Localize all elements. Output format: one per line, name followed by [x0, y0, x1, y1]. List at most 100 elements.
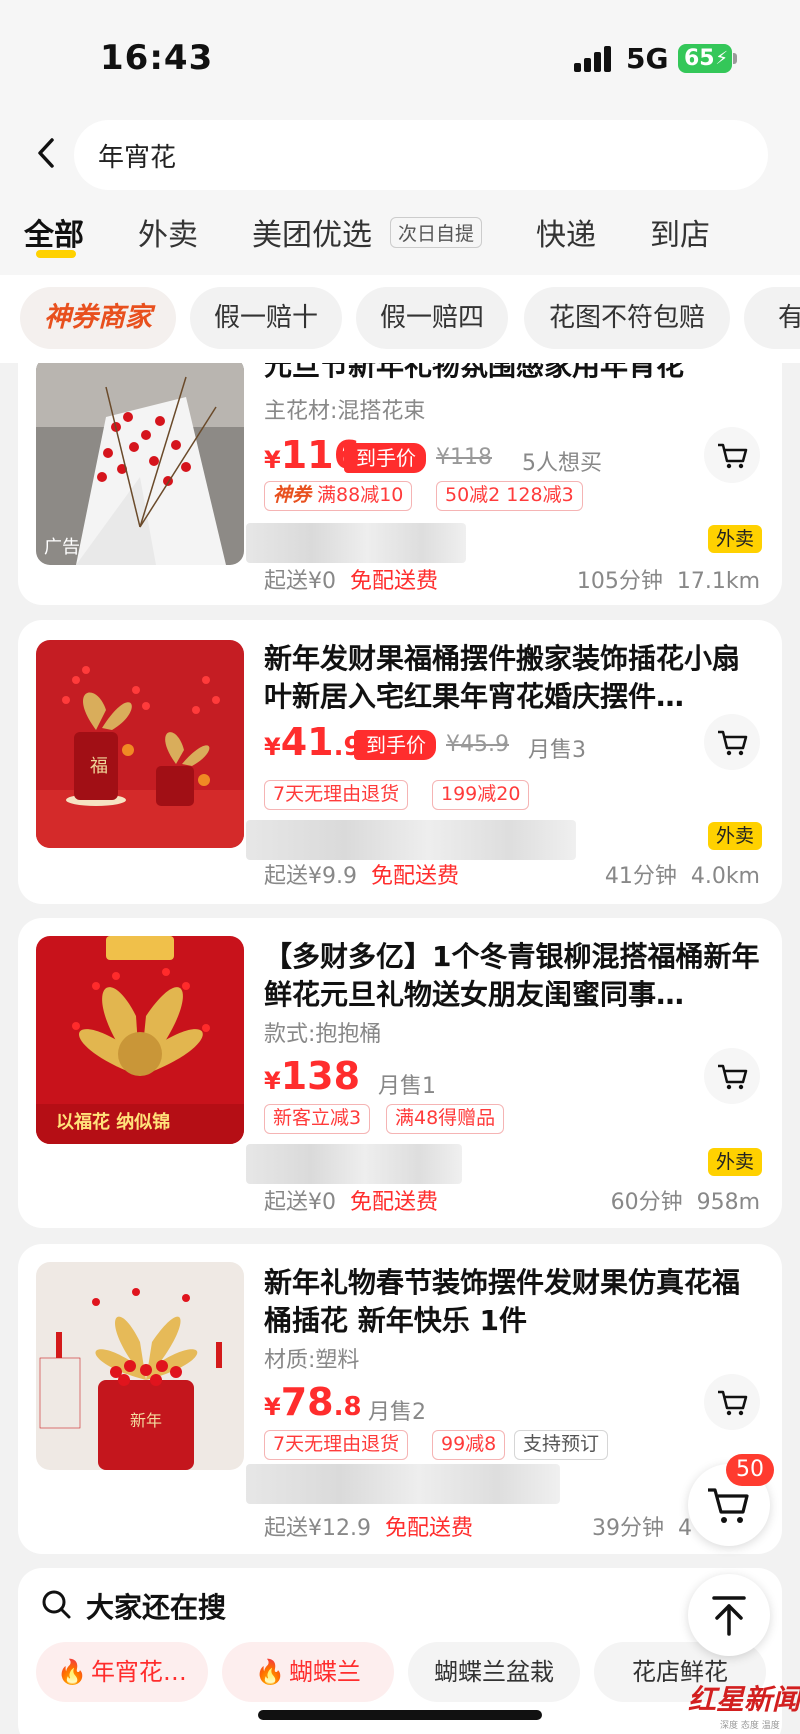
ad-label: 广告	[44, 537, 80, 558]
eta-distance: 41分钟 4.0km	[604, 864, 760, 889]
blurred-shop-name	[246, 523, 466, 563]
cart-icon	[718, 443, 748, 469]
svg-text:新年: 新年	[130, 1411, 162, 1430]
promo-badge: 50减2 128减3	[436, 481, 583, 511]
product-image[interactable]: 新年	[36, 1262, 244, 1470]
product-title: 【多财多亿】1个冬青银柳混搭福桶新年鲜花元旦礼物送女朋友闺蜜同事…	[264, 940, 760, 1011]
eta-distance: 60分钟 958m	[610, 1190, 760, 1215]
tab-meituan-youxuan[interactable]: 美团优选	[252, 210, 372, 254]
promo-badge: 7天无理由退货	[264, 1430, 409, 1460]
product-image[interactable]: 广告	[36, 363, 244, 565]
search-input[interactable]	[98, 138, 738, 172]
cart-icon	[718, 730, 748, 756]
filter-chip-image-mismatch[interactable]: 花图不符包赔	[524, 287, 730, 349]
also-searched-title: 大家还在搜	[86, 1591, 227, 1624]
tab-all[interactable]: 全部	[24, 210, 84, 254]
product-price: ¥138	[264, 1054, 361, 1098]
image-caption: 以福花 纳似锦	[56, 1111, 170, 1133]
preorder-badge: 支持预订	[514, 1430, 609, 1460]
product-card[interactable]: 以福花 纳似锦 【多财多亿】1个冬青银柳混搭福桶新年鲜花元旦礼物送女朋友闺蜜同事…	[18, 918, 782, 1228]
product-image-artificial-bucket: 新年	[36, 1262, 244, 1470]
eta-distance: 105分钟 17.1km	[576, 569, 760, 594]
arrow-up-icon	[712, 1596, 746, 1636]
add-to-cart-button[interactable]	[704, 714, 760, 770]
keyword-chip[interactable]: 🔥 年宵花…	[36, 1642, 208, 1702]
delivery-info: 起送¥0 免配送费	[264, 1190, 439, 1215]
cart-count-badge: 50	[726, 1454, 774, 1486]
product-title: 新年礼物春节装饰摆件发财果仿真花福桶插花 新年快乐 1件	[264, 1266, 741, 1337]
charging-icon: ⚡	[715, 48, 728, 69]
back-to-top-button[interactable]	[688, 1574, 770, 1656]
search-box[interactable]	[74, 120, 768, 190]
blurred-shop-name	[246, 1144, 462, 1184]
product-attribute: 主花材:混搭花束	[264, 399, 426, 424]
filter-chip-more[interactable]: 有有	[744, 287, 800, 349]
product-price: ¥78.8	[264, 1380, 362, 1424]
filter-chip-fake-10x[interactable]: 假一赔十	[190, 287, 342, 349]
keyword-chip[interactable]: 蝴蝶兰盆栽	[408, 1642, 580, 1702]
product-card[interactable]: 新年 新年礼物春节装饰摆件发财果仿真花福桶插花 新年快乐 1件 材质:塑料 ¥7…	[18, 1244, 782, 1554]
back-button[interactable]	[26, 128, 66, 178]
sales-count: 5人想买	[522, 451, 602, 476]
home-indicator	[258, 1710, 542, 1720]
product-image[interactable]: 福	[36, 640, 244, 848]
original-price: ¥118	[436, 445, 492, 470]
flame-icon: 🔥	[57, 1658, 87, 1686]
promo-badge: 99减8	[432, 1430, 506, 1460]
active-tab-indicator	[36, 250, 76, 258]
promo-badge: 满48得赠品	[386, 1104, 505, 1134]
delivery-info: 起送¥0 免配送费	[264, 569, 439, 594]
search-icon	[42, 1590, 71, 1619]
next-day-pickup-badge: 次日自提	[390, 217, 483, 248]
product-card[interactable]: 广告 元旦节新年礼物氛围感家用年宵花 主花材:混搭花束 ¥116 到手价 ¥11…	[18, 363, 782, 605]
filter-chip-shenquan[interactable]: 神券商家	[20, 287, 176, 349]
chevron-left-icon	[38, 138, 54, 168]
add-to-cart-button[interactable]	[704, 1374, 760, 1430]
promo-badge: 7天无理由退货	[264, 780, 409, 810]
battery-level: 65	[684, 46, 715, 71]
watermark-logo: 红星新闻	[688, 1683, 800, 1716]
status-time: 16:43	[100, 38, 214, 78]
cart-icon	[718, 1390, 748, 1416]
tab-waimai[interactable]: 外卖	[138, 210, 198, 254]
sales-count: 月售1	[378, 1074, 436, 1099]
product-price: ¥41.9	[264, 720, 362, 764]
product-attribute: 款式:抱抱桶	[264, 1022, 382, 1047]
product-title: 元旦节新年礼物氛围感家用年宵花	[264, 363, 685, 382]
header: 16:43 5G 65 ⚡ 全部 外卖 美团优选 次日自提 快递 到店	[0, 0, 800, 275]
filter-chip-fake-4x[interactable]: 假一赔四	[356, 287, 508, 349]
blurred-shop-name	[246, 1464, 560, 1504]
product-title: 新年发财果福桶摆件搬家装饰插花小扇叶新居入宅红果年宵花婚庆摆件…	[264, 642, 741, 713]
sales-count: 月售2	[368, 1400, 426, 1425]
product-image[interactable]: 以福花 纳似锦	[36, 936, 244, 1144]
delivery-badge: 外卖	[707, 525, 762, 553]
network-type: 5G	[626, 42, 669, 75]
product-image-golden-arrangement: 以福花 纳似锦	[36, 936, 244, 1144]
product-image-fortune-bucket: 福	[36, 640, 244, 848]
keyword-chip[interactable]: 🔥 蝴蝶兰	[222, 1642, 394, 1702]
product-card[interactable]: 福 新年发财果福桶摆件搬家装饰插花小扇叶新居入宅红果年宵花婚庆摆件… ¥41.9…	[18, 620, 782, 904]
product-attribute: 材质:塑料	[264, 1348, 360, 1373]
delivery-info: 起送¥12.9 免配送费	[264, 1516, 473, 1541]
flame-icon: 🔥	[255, 1658, 285, 1686]
tab-express[interactable]: 快递	[536, 210, 596, 254]
add-to-cart-button[interactable]	[704, 1048, 760, 1104]
original-price: ¥45.9	[446, 732, 509, 757]
promo-badge: 神券 满88减10	[264, 481, 413, 511]
delivery-info: 起送¥9.9 免配送费	[264, 864, 460, 889]
tab-in-store[interactable]: 到店	[650, 210, 710, 254]
promo-badge: 199减20	[432, 780, 530, 810]
delivery-badge: 外卖	[707, 1148, 762, 1176]
blurred-shop-name	[246, 820, 576, 860]
battery-icon: 65 ⚡	[678, 44, 732, 73]
status-bar: 16:43 5G 65 ⚡	[0, 0, 800, 110]
final-price-tag: 到手价	[344, 443, 426, 473]
sales-count: 月售3	[528, 738, 586, 763]
delivery-badge: 外卖	[707, 822, 762, 850]
watermark-tagline: 深度 态度 温度	[720, 1721, 780, 1731]
category-tabs: 全部 外卖 美团优选 次日自提 快递 到店	[0, 206, 800, 266]
add-to-cart-button[interactable]	[704, 427, 760, 483]
signal-icon	[574, 46, 614, 72]
eta-distance: 39分钟 4	[592, 1516, 692, 1541]
filter-chips: 神券商家 假一赔十 假一赔四 花图不符包赔 有有	[0, 275, 800, 363]
